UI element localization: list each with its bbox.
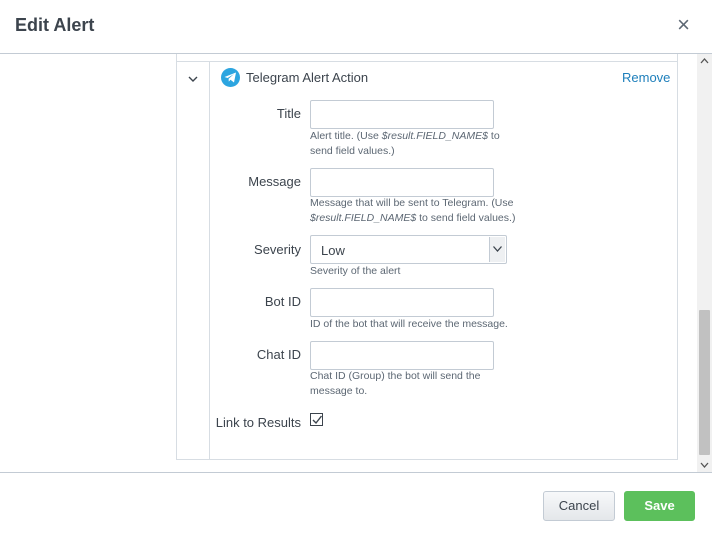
message-help-pre: Message that will be sent to Telegram. (… <box>310 197 514 209</box>
severity-selected-value: Low <box>321 243 345 258</box>
title-input[interactable] <box>310 100 494 129</box>
message-help-post: to send field values.) <box>416 212 516 224</box>
severity-help: Severity of the alert <box>310 265 401 277</box>
cancel-button[interactable]: Cancel <box>543 491 615 521</box>
save-button[interactable]: Save <box>624 491 695 521</box>
modal-title: Edit Alert <box>15 15 95 35</box>
chevron-down-icon[interactable] <box>187 72 199 84</box>
action-title: Telegram Alert Action <box>246 70 369 85</box>
telegram-icon <box>221 68 240 87</box>
scroll-down-arrow-icon[interactable] <box>697 458 712 472</box>
remove-link[interactable]: Remove <box>622 70 670 85</box>
chat-id-label: Chat ID <box>256 347 301 362</box>
panel-gutter-divider <box>209 62 210 460</box>
chat-id-help: Chat ID (Group) the bot will send the me… <box>310 370 481 397</box>
title-help: Alert title. (Use $result.FIELD_NAME$ to… <box>310 129 525 159</box>
link-to-results-checkbox[interactable] <box>310 413 323 426</box>
vertical-scrollbar[interactable] <box>697 54 712 472</box>
chevron-down-icon[interactable] <box>489 237 505 262</box>
title-help-pre: Alert title. (Use <box>310 130 382 142</box>
message-label: Message <box>248 174 301 189</box>
link-to-results-label: Link to Results <box>215 415 301 430</box>
title-help-var: $result.FIELD_NAME$ <box>381 130 488 142</box>
severity-select[interactable]: Low <box>310 235 507 264</box>
close-icon[interactable]: × <box>677 14 690 36</box>
panel-top-divider <box>177 54 677 62</box>
title-label: Title <box>276 106 301 121</box>
bot-id-help: ID of the bot that will receive the mess… <box>310 318 508 330</box>
modal-footer: Cancel Save <box>0 472 712 537</box>
message-input[interactable] <box>310 168 494 197</box>
message-help: Message that will be sent to Telegram. (… <box>310 196 525 226</box>
bot-id-input[interactable] <box>310 288 494 317</box>
scrollbar-thumb[interactable] <box>699 310 710 455</box>
severity-label: Severity <box>254 242 301 257</box>
modal-header: Edit Alert × <box>0 0 712 54</box>
scroll-up-arrow-icon[interactable] <box>697 54 712 68</box>
message-help-var: $result.FIELD_NAME$ <box>310 212 417 224</box>
bot-id-label: Bot ID <box>264 294 301 309</box>
chat-id-input[interactable] <box>310 341 494 370</box>
